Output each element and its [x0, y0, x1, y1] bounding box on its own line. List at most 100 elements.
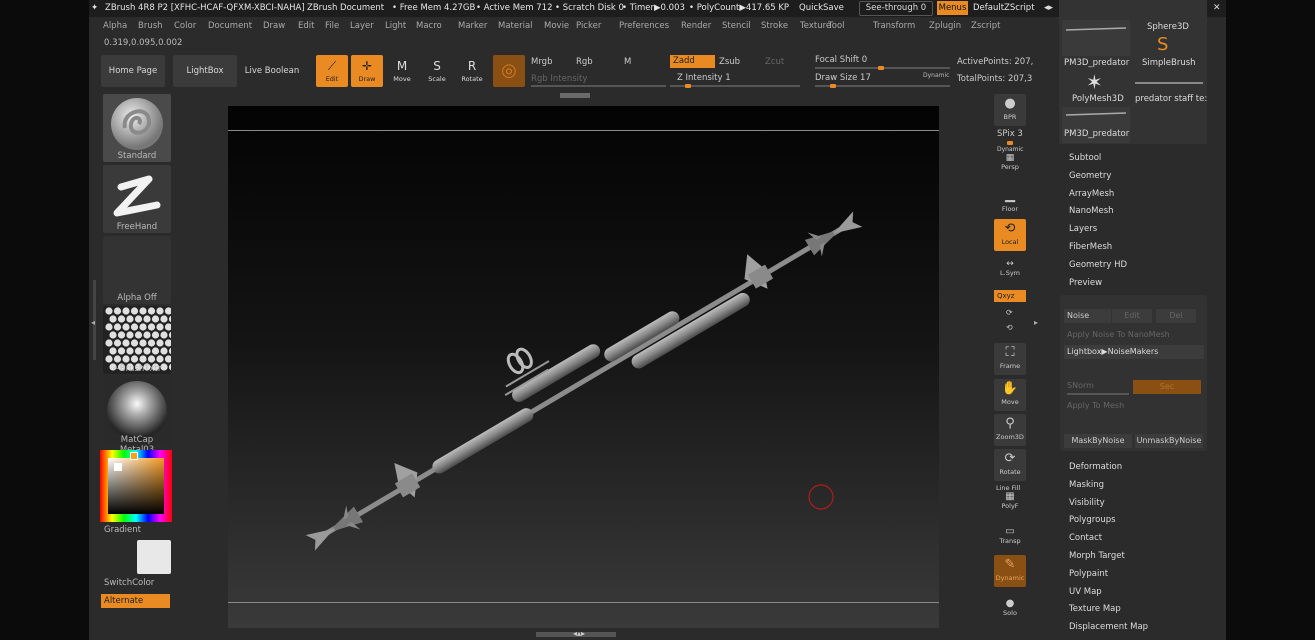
menu-macro[interactable]: Macro: [416, 21, 442, 31]
lsym-button[interactable]: ↔ L.Sym: [994, 259, 1026, 281]
simplebrush-tile[interactable]: SimpleBrush: [1142, 58, 1196, 68]
left-tray-arrow-icon[interactable]: ◂: [91, 318, 95, 327]
draw-size-knob[interactable]: [830, 84, 836, 88]
z-intensity-knob[interactable]: [685, 84, 691, 88]
tool-menu-fibermesh[interactable]: FiberMesh: [1069, 242, 1112, 252]
tool-menu-subtool[interactable]: Subtool: [1069, 153, 1101, 163]
home-page-button[interactable]: Home Page: [101, 55, 165, 87]
draw-size-slider[interactable]: Draw Size 17: [815, 73, 871, 83]
menu-alpha[interactable]: Alpha: [103, 21, 127, 31]
unmask-by-noise-button[interactable]: UnmaskByNoise: [1135, 434, 1203, 448]
rgb-toggle[interactable]: Rgb: [576, 57, 593, 67]
zsub-toggle[interactable]: Zsub: [719, 57, 740, 67]
tool-menu-displacement-map[interactable]: Displacement Map: [1069, 622, 1148, 632]
spix-slider[interactable]: SPix 3: [997, 129, 1023, 139]
menu-stencil[interactable]: Stencil: [722, 21, 751, 31]
material-swatch-button[interactable]: ◎: [493, 55, 525, 87]
xyz-symmetry-button[interactable]: Qxyz: [994, 290, 1026, 302]
menu-material[interactable]: Material: [498, 21, 533, 31]
menu-preferences[interactable]: Preferences: [619, 21, 669, 31]
move-button[interactable]: M Move: [386, 55, 418, 87]
menu-zscript[interactable]: Zscript: [971, 21, 1001, 31]
polymesh-star-icon[interactable]: ✶: [1086, 70, 1103, 94]
mrgb-toggle[interactable]: Mrgb: [531, 57, 552, 67]
live-boolean-button[interactable]: Live Boolean: [242, 55, 302, 87]
see-through-slider[interactable]: See-through 0: [859, 1, 933, 16]
menu-edit[interactable]: Edit: [298, 21, 314, 31]
polyf-button[interactable]: ▦ PolyF: [994, 491, 1026, 513]
z-intensity-slider[interactable]: Z Intensity 1: [677, 73, 731, 83]
menu-tool[interactable]: Tool: [828, 21, 845, 31]
m-toggle[interactable]: M: [624, 57, 631, 67]
menu-file[interactable]: File: [325, 21, 339, 31]
menu-picker[interactable]: Picker: [576, 21, 601, 31]
tool-menu-nanomesh[interactable]: NanoMesh: [1069, 206, 1114, 216]
bpr-render-button[interactable]: ● BPR: [994, 94, 1026, 126]
noise-edit-button[interactable]: Edit: [1112, 309, 1152, 323]
solo-button[interactable]: ● Solo: [994, 598, 1026, 620]
tool-menu-texture-map[interactable]: Texture Map: [1069, 604, 1121, 614]
focal-shift-knob[interactable]: [878, 66, 884, 70]
sec-button[interactable]: Sec: [1133, 380, 1201, 394]
noise-button[interactable]: Noise: [1064, 309, 1111, 323]
apply-noise-nanomesh-button[interactable]: Apply Noise To NanoMesh: [1067, 330, 1170, 339]
bottom-shelf-arrows-icon[interactable]: ◂▴▸: [573, 629, 585, 638]
tool-menu-polypaint[interactable]: Polypaint: [1069, 569, 1108, 579]
menu-texture[interactable]: Texture: [800, 21, 831, 31]
menus-toggle[interactable]: Menus: [937, 1, 968, 15]
pm3d-predator-tile-1[interactable]: [1062, 20, 1130, 56]
rotate-y-icon[interactable]: ⟳: [1006, 308, 1013, 317]
dynamic-persp-toggle[interactable]: Dynamic: [997, 146, 1023, 153]
alternate-button[interactable]: Alternate: [101, 594, 170, 608]
tool-menu-polygroups[interactable]: Polygroups: [1069, 515, 1116, 525]
menu-draw[interactable]: Draw: [263, 21, 285, 31]
tool-menu-geometry[interactable]: Geometry: [1069, 171, 1111, 181]
tool-menu-deformation[interactable]: Deformation: [1069, 462, 1122, 472]
move-view-button[interactable]: ✋ Move: [994, 379, 1026, 411]
menu-render[interactable]: Render: [681, 21, 711, 31]
tool-menu-morph-target[interactable]: Morph Target: [1069, 551, 1125, 561]
edit-button[interactable]: ⟋ Edit: [316, 55, 348, 87]
transp-button[interactable]: ▭ Transp: [994, 526, 1026, 548]
noise-del-button[interactable]: Del: [1156, 309, 1196, 323]
simplebrush-icon[interactable]: S: [1157, 34, 1168, 55]
menu-light[interactable]: Light: [385, 21, 406, 31]
polymesh3d-tile[interactable]: PolyMesh3D: [1072, 94, 1124, 104]
tool-menu-contact[interactable]: Contact: [1069, 533, 1102, 543]
tool-menu-uv-map[interactable]: UV Map: [1069, 587, 1102, 597]
sphere3d-tile[interactable]: Sphere3D: [1147, 22, 1189, 32]
menu-zplugin[interactable]: Zplugin: [929, 21, 961, 31]
zadd-toggle[interactable]: Zadd: [670, 55, 715, 68]
menu-layer[interactable]: Layer: [350, 21, 374, 31]
persp-button[interactable]: ▦ Persp: [994, 153, 1026, 173]
zoom3d-button[interactable]: ⚲ Zoom3D: [994, 414, 1026, 446]
secondary-color-marker[interactable]: [114, 463, 122, 471]
dynamic-ghost-button[interactable]: ✎ Dynamic: [994, 555, 1026, 587]
right-tray-arrow-icon[interactable]: ▸: [1034, 318, 1038, 327]
scale-button[interactable]: S Scale: [421, 55, 453, 87]
rotate-button[interactable]: R Rotate: [456, 55, 488, 87]
tool-menu-masking[interactable]: Masking: [1069, 480, 1104, 490]
floor-button[interactable]: ▁ Floor: [994, 186, 1026, 218]
lightbox-noisemakers-button[interactable]: Lightbox▶NoiseMakers: [1064, 345, 1204, 359]
primary-color-marker[interactable]: [130, 452, 138, 460]
rotate-view-button[interactable]: ⟳ Rotate: [994, 449, 1026, 481]
draw-button[interactable]: ✛ Draw: [351, 55, 383, 87]
tool-menu-arraymesh[interactable]: ArrayMesh: [1069, 189, 1114, 199]
rgb-intensity-slider[interactable]: Rgb Intensity: [531, 74, 587, 84]
menu-movie[interactable]: Movie: [544, 21, 569, 31]
tool-menu-layers[interactable]: Layers: [1069, 224, 1097, 234]
menu-color[interactable]: Color: [174, 21, 196, 31]
zcut-toggle[interactable]: Zcut: [765, 57, 784, 67]
lightbox-button[interactable]: LightBox: [173, 55, 237, 87]
menu-marker[interactable]: Marker: [458, 21, 487, 31]
menu-brush[interactable]: Brush: [138, 21, 163, 31]
tool-menu-preview[interactable]: Preview: [1069, 278, 1102, 288]
tool-menu-geometry-hd[interactable]: Geometry HD: [1069, 260, 1127, 270]
local-button[interactable]: ⟲ Local: [994, 219, 1026, 251]
menu-transform[interactable]: Transform: [873, 21, 915, 31]
spix-knob[interactable]: [1007, 141, 1013, 145]
default-zscript-button[interactable]: DefaultZScript: [973, 3, 1035, 13]
switch-color-button[interactable]: SwitchColor: [104, 578, 154, 588]
predator-staff-tile[interactable]: predator staff te:: [1135, 94, 1207, 104]
